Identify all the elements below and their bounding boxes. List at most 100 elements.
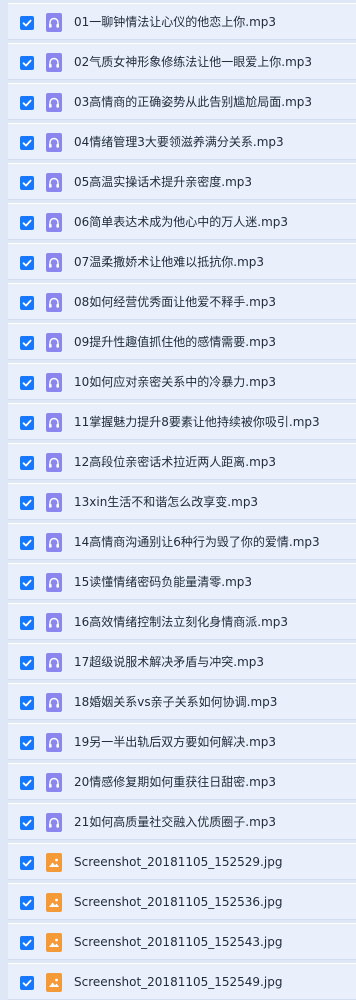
- file-row[interactable]: 21如何高质量社交融入优质圈子.mp3: [8, 803, 356, 840]
- file-name: 12高段位亲密话术拉近两人距离.mp3: [74, 455, 277, 469]
- audio-file-icon: [46, 653, 62, 672]
- headphones-icon: [49, 497, 59, 508]
- check-icon: [22, 659, 32, 667]
- headphones-icon: [49, 417, 59, 428]
- check-icon: [22, 219, 32, 227]
- file-checkbox[interactable]: [20, 856, 34, 870]
- file-checkbox[interactable]: [20, 456, 34, 470]
- file-checkbox[interactable]: [20, 336, 34, 350]
- file-checkbox[interactable]: [20, 696, 34, 710]
- file-row[interactable]: 19另一半出轨后双方要如何解决.mp3: [8, 723, 356, 760]
- audio-file-icon: [46, 213, 62, 232]
- headphones-icon: [49, 777, 59, 788]
- file-row[interactable]: 17超级说服术解决矛盾与冲突.mp3: [8, 643, 356, 680]
- file-list: 01一聊钟情法让心仪的他恋上你.mp3 02气质女神形象修练法让他一眼爱上你.mp…: [0, 0, 356, 1000]
- file-name: 08如何经营优秀面让他爱不释手.mp3: [74, 295, 277, 309]
- check-icon: [22, 939, 32, 947]
- file-row[interactable]: 11掌握魅力提升8要素让他持续被你吸引.mp3: [8, 403, 356, 440]
- audio-file-icon: [46, 333, 62, 352]
- file-name: 02气质女神形象修练法让他一眼爱上你.mp3: [74, 55, 313, 69]
- file-row[interactable]: Screenshot_20181105_152543.jpg: [8, 923, 356, 960]
- check-icon: [22, 699, 32, 707]
- file-row[interactable]: 06简单表达术成为他心中的万人迷.mp3: [8, 203, 356, 240]
- audio-file-icon: [46, 133, 62, 152]
- file-checkbox[interactable]: [20, 616, 34, 630]
- check-icon: [22, 179, 32, 187]
- file-name: 17超级说服术解决矛盾与冲突.mp3: [74, 655, 265, 669]
- file-name: 14高情商沟通别让6种行为毁了你的爱情.mp3: [74, 535, 320, 549]
- check-icon: [22, 579, 32, 587]
- audio-file-icon: [46, 413, 62, 432]
- file-row[interactable]: 14高情商沟通别让6种行为毁了你的爱情.mp3: [8, 523, 356, 560]
- file-checkbox[interactable]: [20, 496, 34, 510]
- file-row[interactable]: 20情感修复期如何重获往日甜密.mp3: [8, 763, 356, 800]
- file-row[interactable]: 13xin生活不和谐怎么改享变.mp3: [8, 483, 356, 520]
- file-row[interactable]: 18婚姻关系vs亲子关系如何协调.mp3: [8, 683, 356, 720]
- audio-file-icon: [46, 13, 62, 32]
- check-icon: [22, 619, 32, 627]
- file-name: 16高效情绪控制法立刻化身情商派.mp3: [74, 615, 289, 629]
- file-row[interactable]: 01一聊钟情法让心仪的他恋上你.mp3: [8, 3, 356, 40]
- file-row[interactable]: 09提升性趣值抓住他的感情需要.mp3: [8, 323, 356, 360]
- file-checkbox[interactable]: [20, 96, 34, 110]
- file-checkbox[interactable]: [20, 936, 34, 950]
- file-name: 07温柔撒娇术让他难以抵抗你.mp3: [74, 255, 265, 269]
- file-checkbox[interactable]: [20, 16, 34, 30]
- check-icon: [22, 139, 32, 147]
- file-row[interactable]: 04情绪管理3大要领滋养满分关系.mp3: [8, 123, 356, 160]
- file-checkbox[interactable]: [20, 256, 34, 270]
- file-name: Screenshot_20181105_152529.jpg: [74, 855, 283, 869]
- headphones-icon: [49, 217, 59, 228]
- headphones-icon: [49, 137, 59, 148]
- file-checkbox[interactable]: [20, 896, 34, 910]
- headphones-icon: [49, 817, 59, 828]
- file-row[interactable]: 02气质女神形象修练法让他一眼爱上你.mp3: [8, 43, 356, 80]
- file-row[interactable]: 15读懂情绪密码负能量清零.mp3: [8, 563, 356, 600]
- file-checkbox[interactable]: [20, 216, 34, 230]
- file-name: 03高情商的正确姿势从此告别尴尬局面.mp3: [74, 95, 313, 109]
- file-row[interactable]: 16高效情绪控制法立刻化身情商派.mp3: [8, 603, 356, 640]
- file-checkbox[interactable]: [20, 296, 34, 310]
- file-name: Screenshot_20181105_152549.jpg: [74, 975, 283, 989]
- file-checkbox[interactable]: [20, 656, 34, 670]
- file-row[interactable]: 12高段位亲密话术拉近两人距离.mp3: [8, 443, 356, 480]
- file-checkbox[interactable]: [20, 376, 34, 390]
- file-checkbox[interactable]: [20, 176, 34, 190]
- picture-icon: [49, 858, 59, 867]
- file-name: 01一聊钟情法让心仪的他恋上你.mp3: [74, 15, 277, 29]
- audio-file-icon: [46, 773, 62, 792]
- file-row[interactable]: 08如何经营优秀面让他爱不释手.mp3: [8, 283, 356, 320]
- file-row[interactable]: 05高温实操话术提升亲密度.mp3: [8, 163, 356, 200]
- headphones-icon: [49, 257, 59, 268]
- file-checkbox[interactable]: [20, 576, 34, 590]
- headphones-icon: [49, 737, 59, 748]
- file-checkbox[interactable]: [20, 136, 34, 150]
- file-row[interactable]: 10如何应对亲密关系中的冷暴力.mp3: [8, 363, 356, 400]
- file-name: 09提升性趣值抓住他的感情需要.mp3: [74, 335, 277, 349]
- file-checkbox[interactable]: [20, 736, 34, 750]
- file-row[interactable]: Screenshot_20181105_152536.jpg: [8, 883, 356, 920]
- file-checkbox[interactable]: [20, 976, 34, 990]
- file-name: 04情绪管理3大要领滋养满分关系.mp3: [74, 135, 284, 149]
- file-name: 20情感修复期如何重获往日甜密.mp3: [74, 775, 277, 789]
- file-checkbox[interactable]: [20, 816, 34, 830]
- file-row[interactable]: Screenshot_20181105_152529.jpg: [8, 843, 356, 880]
- check-icon: [22, 379, 32, 387]
- file-row[interactable]: Screenshot_20181105_152549.jpg: [8, 963, 356, 1000]
- headphones-icon: [49, 17, 59, 28]
- headphones-icon: [49, 97, 59, 108]
- file-checkbox[interactable]: [20, 56, 34, 70]
- audio-file-icon: [46, 453, 62, 472]
- file-checkbox[interactable]: [20, 416, 34, 430]
- file-name: 05高温实操话术提升亲密度.mp3: [74, 175, 253, 189]
- headphones-icon: [49, 337, 59, 348]
- file-row[interactable]: 03高情商的正确姿势从此告别尴尬局面.mp3: [8, 83, 356, 120]
- file-name: 19另一半出轨后双方要如何解决.mp3: [74, 735, 277, 749]
- file-checkbox[interactable]: [20, 536, 34, 550]
- check-icon: [22, 739, 32, 747]
- file-row[interactable]: 07温柔撒娇术让他难以抵抗你.mp3: [8, 243, 356, 280]
- image-file-icon: [46, 973, 62, 992]
- headphones-icon: [49, 377, 59, 388]
- headphones-icon: [49, 297, 59, 308]
- file-checkbox[interactable]: [20, 776, 34, 790]
